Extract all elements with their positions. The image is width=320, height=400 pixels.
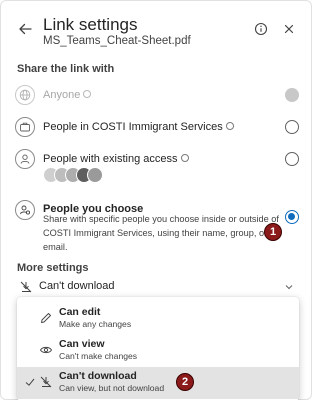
no-download-icon: [20, 281, 32, 293]
info-icon: [83, 90, 92, 98]
menu-item-title: Can view: [59, 338, 105, 350]
menu-item-cant-download[interactable]: Can't download Can view, but not downloa…: [17, 367, 299, 399]
close-button[interactable]: [281, 21, 297, 37]
option-people-you-choose-description: Share with specific people you choose in…: [43, 214, 279, 252]
checkmark-icon: [25, 378, 35, 386]
option-existing-access-text: People with existing access: [43, 153, 178, 165]
info-icon: [254, 22, 268, 36]
radio-anyone[interactable]: [285, 88, 299, 102]
menu-item-subtitle: Can view, but not download: [59, 383, 165, 393]
option-people-in-org-text: People in COSTI Immigrant Services: [43, 121, 223, 133]
menu-item-subtitle: Can't make changes: [59, 351, 138, 361]
eye-icon: [39, 346, 53, 354]
globe-icon: [15, 85, 35, 105]
menu-item-title: Can't download: [59, 370, 137, 382]
menu-item-subtitle: Make any changes: [59, 319, 132, 329]
back-button[interactable]: [15, 19, 35, 39]
option-anyone-text: Anyone: [43, 89, 81, 101]
option-existing-access-label: People with existing access: [43, 153, 189, 165]
info-icon: [180, 154, 189, 162]
annotation-badge-1: 1: [264, 223, 282, 241]
radio-people-you-choose[interactable]: [285, 210, 299, 224]
menu-item-title: Can edit: [59, 306, 101, 318]
file-name: MS_Teams_Cheat-Sheet.pdf: [43, 35, 191, 47]
no-download-icon: [40, 376, 52, 388]
option-people-in-org-label: People in COSTI Immigrant Services: [43, 121, 234, 133]
close-icon: [284, 24, 294, 34]
person-icon: [15, 149, 35, 169]
option-anyone-label: Anyone: [43, 89, 92, 101]
chevron-down-icon: [285, 285, 293, 290]
more-settings-label: More settings: [17, 262, 89, 274]
header: Link settings MS_Teams_Cheat-Sheet.pdf: [1, 1, 313, 57]
briefcase-icon: [15, 117, 35, 137]
menu-item-can-view[interactable]: Can view Can't make changes: [17, 335, 299, 365]
page-title: Link settings: [43, 15, 138, 34]
radio-existing-access[interactable]: [285, 152, 299, 166]
download-permission-dropdown[interactable]: Can't download: [17, 277, 299, 297]
share-section-label: Share the link with: [17, 63, 115, 75]
info-button[interactable]: [253, 21, 269, 37]
option-people-in-org[interactable]: People in COSTI Immigrant Services: [1, 117, 313, 137]
pencil-icon: [41, 313, 51, 323]
annotation-badge-2: 2: [176, 373, 194, 391]
info-icon: [225, 122, 234, 130]
option-anyone[interactable]: Anyone: [1, 85, 313, 105]
download-permission-menu: Can edit Make any changes Can view Can't…: [17, 297, 299, 400]
people-settings-icon: [15, 200, 35, 220]
menu-item-can-edit[interactable]: Can edit Make any changes: [17, 303, 299, 333]
avatar: [87, 167, 103, 183]
dropdown-selected-value: Can't download: [39, 280, 115, 292]
link-settings-panel: Link settings MS_Teams_Cheat-Sheet.pdf S…: [0, 0, 312, 400]
radio-people-in-org[interactable]: [285, 120, 299, 134]
arrow-left-icon: [19, 23, 32, 35]
